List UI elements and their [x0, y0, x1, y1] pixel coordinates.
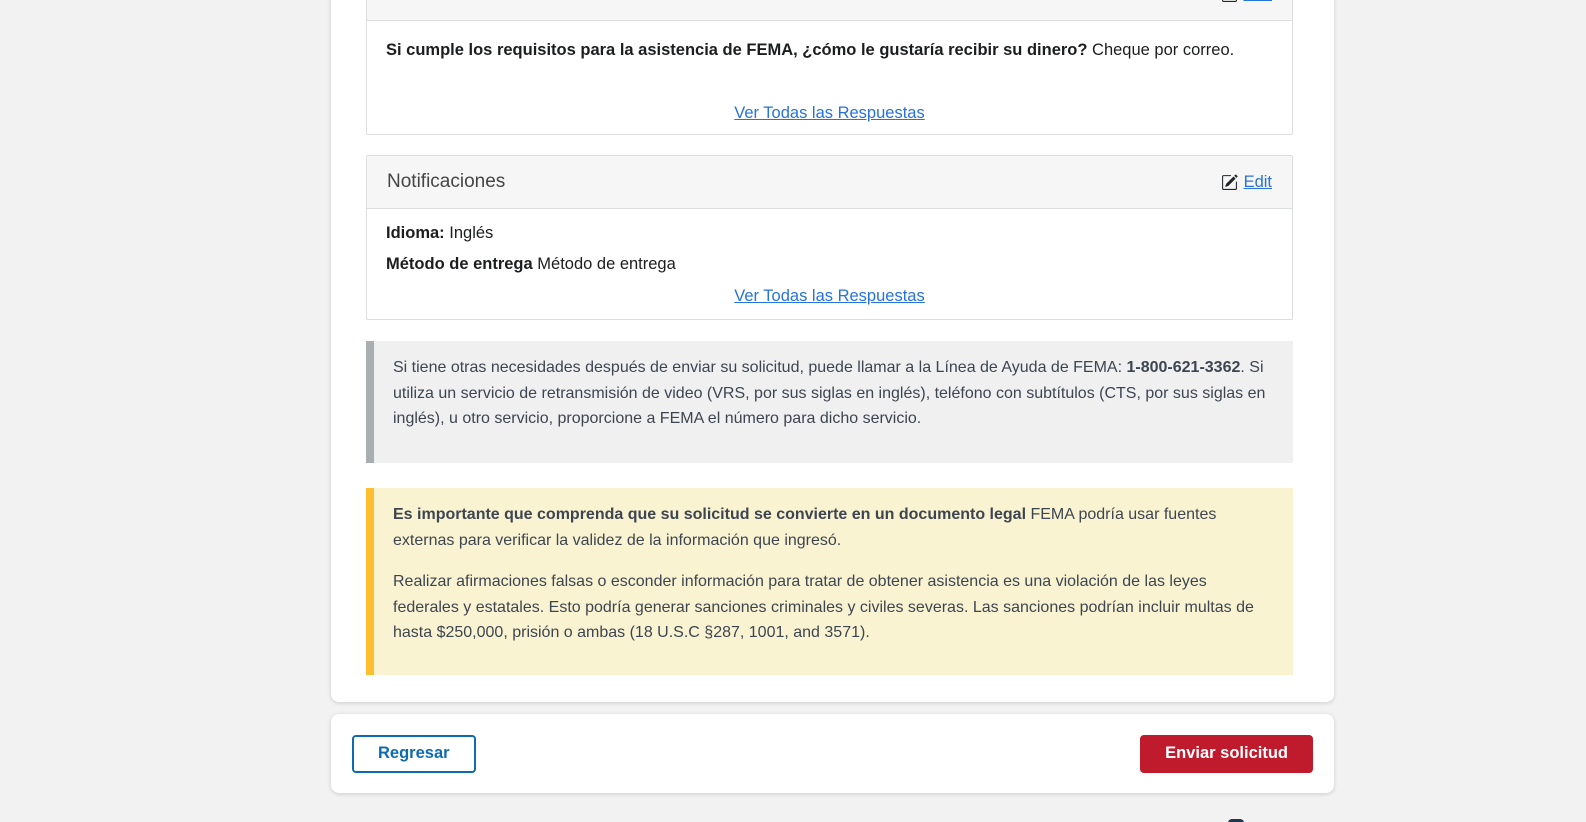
- banking-question: Si cumple los requisitos para la asisten…: [386, 41, 1088, 59]
- card-banking-title: Información bancaria: [387, 0, 564, 5]
- edit-banking-label: Edit: [1244, 0, 1272, 4]
- helpline-before: Si tiene otras necesidades después de en…: [393, 359, 1127, 376]
- legal-paragraph-2: Realizar afirmaciones falsas o esconder …: [393, 573, 1254, 641]
- legal-p1-bold: Es importante que comprenda que su solic…: [393, 506, 1027, 523]
- notifications-language-row: Idioma: Inglés: [386, 221, 1273, 246]
- action-bar: Regresar Enviar solicitud: [331, 714, 1334, 793]
- language-value: Inglés: [444, 224, 494, 242]
- legal-warning-callout: Es importante que comprenda que su solic…: [366, 488, 1293, 675]
- notifications-view-all: Ver Todas las Respuestas: [386, 287, 1273, 306]
- helpline-callout: Si tiene otras necesidades después de en…: [366, 341, 1293, 463]
- card-banking-body: Si cumple los requisitos para la asisten…: [367, 21, 1292, 123]
- legal-paragraph-1: Es importante que comprenda que su solic…: [393, 502, 1273, 553]
- card-notifications-body: Idioma: Inglés Método de entrega Método …: [367, 209, 1292, 306]
- card-notifications: Notificaciones Edit Idioma: Inglés Métod…: [366, 155, 1293, 320]
- edit-notifications-link[interactable]: Edit: [1221, 173, 1272, 192]
- back-button[interactable]: Regresar: [352, 734, 476, 773]
- helpline-phone: 1-800-621-3362: [1126, 359, 1241, 376]
- edit-icon: [1221, 174, 1238, 191]
- edit-notifications-label: Edit: [1243, 172, 1272, 191]
- language-label: Idioma:: [386, 224, 445, 242]
- card-notifications-header: Notificaciones Edit: [367, 156, 1292, 209]
- banking-view-all: Ver Todas las Respuestas: [386, 104, 1273, 123]
- card-notifications-title: Notificaciones: [387, 171, 506, 192]
- banking-view-all-link[interactable]: Ver Todas las Respuestas: [734, 104, 924, 122]
- banking-answer: Cheque por correo.: [1087, 41, 1235, 59]
- notifications-view-all-link[interactable]: Ver Todas las Respuestas: [734, 287, 924, 305]
- helpline-text: Si tiene otras necesidades después de en…: [393, 355, 1273, 432]
- card-banking-header: Información bancaria Edit: [367, 0, 1292, 21]
- notifications-delivery-row: Método de entrega Método de entrega: [386, 252, 1273, 277]
- edit-icon: [1221, 0, 1238, 3]
- delivery-value: Método de entrega: [532, 255, 676, 273]
- delivery-label: Método de entrega: [386, 255, 533, 273]
- submit-application-button[interactable]: Enviar solicitud: [1140, 734, 1313, 773]
- edit-banking-link[interactable]: Edit: [1221, 0, 1272, 4]
- banking-question-line: Si cumple los requisitos para la asisten…: [386, 38, 1273, 63]
- card-banking-info: Información bancaria Edit Si cumple los …: [366, 0, 1293, 135]
- application-review-page: Información bancaria Edit Si cumple los …: [0, 0, 1586, 822]
